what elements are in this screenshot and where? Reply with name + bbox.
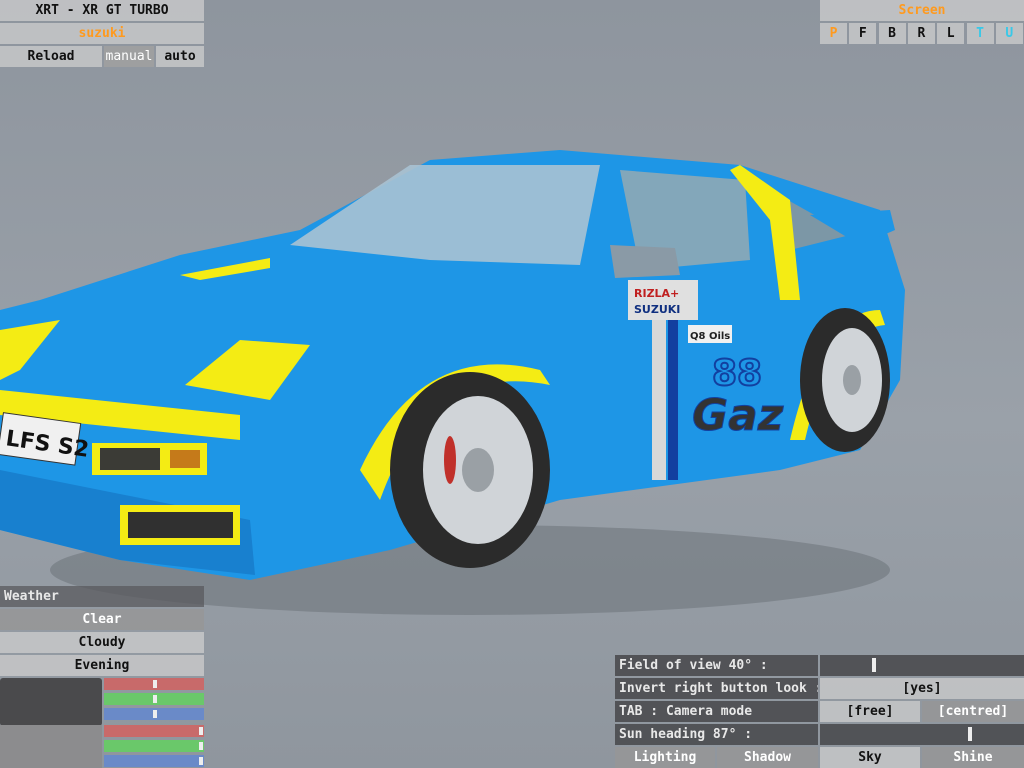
invert-look-toggle[interactable]: [yes] [820, 678, 1024, 699]
camera-mode-label: TAB : Camera mode [615, 701, 818, 722]
view-button-p[interactable]: P [820, 23, 847, 44]
view-button-u[interactable]: U [995, 23, 1023, 44]
weather-cloudy-button[interactable]: Cloudy [0, 632, 204, 653]
view-button-b[interactable]: B [878, 23, 906, 44]
rear-wheel [800, 308, 890, 452]
car-skin-name[interactable]: suzuki [0, 23, 204, 44]
tab-sky[interactable]: Sky [820, 747, 920, 768]
color-slider-blue-2[interactable] [104, 755, 204, 767]
tab-shadow[interactable]: Shadow [717, 747, 818, 768]
door-stripe-white [652, 310, 666, 480]
sun-slider-knob[interactable] [968, 727, 972, 741]
color-slider-green-1[interactable] [104, 693, 204, 705]
svg-text:Q8 Oils: Q8 Oils [690, 331, 730, 342]
sponsor-q8: Q8 Oils [688, 325, 732, 343]
manual-button[interactable]: manual [104, 46, 154, 67]
view-button-t[interactable]: T [966, 23, 994, 44]
weather-evening-button[interactable]: Evening [0, 655, 204, 676]
view-button-l[interactable]: L [937, 23, 965, 44]
screen-title: Screen [820, 0, 1024, 21]
weather-clear-button[interactable]: Clear [0, 609, 204, 630]
car-driver-name: Gaz [692, 390, 784, 441]
svg-text:SUZUKI: SUZUKI [634, 303, 680, 316]
car-title: XRT - XR GT TURBO [0, 0, 204, 21]
view-button-r[interactable]: R [907, 23, 935, 44]
camera-mode-free[interactable]: [free] [820, 701, 920, 722]
car-render: LFS S2 RIZLA+ SUZUKI Q8 Oils 88 Gaz [0, 150, 905, 615]
sun-heading-slider[interactable] [820, 724, 1024, 745]
color-slider-red-2[interactable] [104, 725, 204, 737]
color-slider-red-1[interactable] [104, 678, 204, 690]
side-mirror [610, 245, 680, 278]
front-wheel [390, 372, 550, 568]
invert-look-label: Invert right button look : [615, 678, 818, 699]
tab-shine[interactable]: Shine [922, 747, 1024, 768]
svg-text:RIZLA+: RIZLA+ [634, 287, 679, 300]
view-button-f[interactable]: F [849, 23, 877, 44]
color-slider-blue-1[interactable] [104, 708, 204, 720]
fov-slider-knob[interactable] [872, 658, 876, 672]
fov-label: Field of view 40° : [615, 655, 818, 676]
auto-button[interactable]: auto [156, 46, 204, 67]
weather-preview-swatch [0, 678, 102, 726]
sun-heading-label: Sun heading 87° : [615, 724, 818, 745]
camera-mode-centred[interactable]: [centred] [922, 701, 1024, 722]
tab-lighting[interactable]: Lighting [615, 747, 715, 768]
sponsor-rizla: RIZLA+ SUZUKI [628, 280, 698, 320]
reload-button[interactable]: Reload [0, 46, 102, 67]
fov-slider[interactable] [820, 655, 1024, 676]
weather-header: Weather [0, 586, 204, 607]
color-slider-green-2[interactable] [104, 740, 204, 752]
car-number: 88 [712, 353, 762, 394]
weather-lower-swatch [0, 725, 102, 768]
